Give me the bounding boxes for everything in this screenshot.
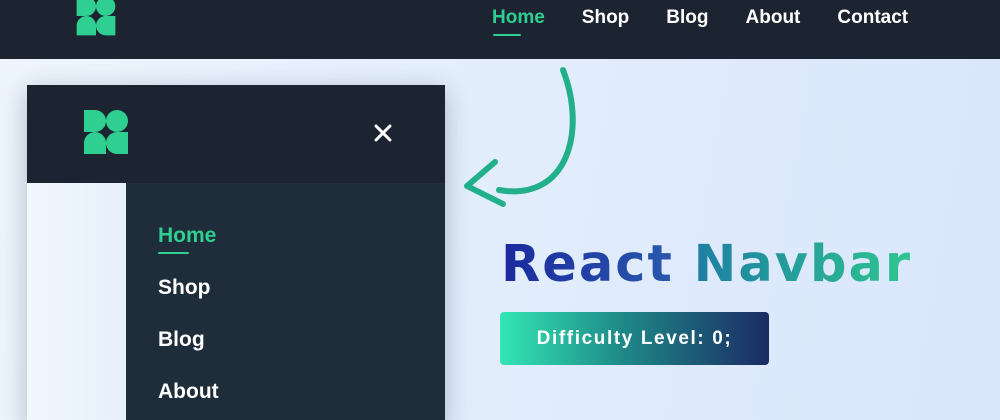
mobile-nav-links: Home Shop Blog About xyxy=(158,224,219,420)
clover-logo-icon[interactable] xyxy=(74,0,118,38)
clover-logo-icon[interactable] xyxy=(81,107,131,157)
top-nav-links: Home Shop Blog About Contact xyxy=(492,7,908,36)
close-icon[interactable] xyxy=(373,123,393,143)
difficulty-badge: Difficulty Level: 0; xyxy=(500,312,769,365)
top-nav-shop[interactable]: Shop xyxy=(582,7,630,29)
hero-title-react: React xyxy=(501,235,674,294)
mobile-nav-home[interactable]: Home xyxy=(158,224,219,276)
mobile-nav-about[interactable]: About xyxy=(158,380,219,420)
top-navbar: Home Shop Blog About Contact xyxy=(0,0,1000,59)
top-nav-contact[interactable]: Contact xyxy=(837,7,908,29)
top-nav-about[interactable]: About xyxy=(746,7,801,29)
top-nav-blog[interactable]: Blog xyxy=(666,7,708,29)
hero-title: React Navbar xyxy=(501,235,913,295)
top-nav-home[interactable]: Home xyxy=(492,7,545,36)
curved-arrow-icon xyxy=(464,67,576,207)
mobile-menu-preview: Home Shop Blog About xyxy=(27,85,445,420)
hero-title-navbar: Navbar xyxy=(693,235,913,294)
mobile-menu-drawer: Home Shop Blog About xyxy=(126,183,445,420)
mobile-menu-backdrop xyxy=(27,183,126,420)
mobile-navbar xyxy=(27,85,445,183)
difficulty-badge-label: Difficulty Level: 0; xyxy=(536,327,733,349)
mobile-nav-blog[interactable]: Blog xyxy=(158,328,219,380)
mobile-nav-shop[interactable]: Shop xyxy=(158,276,219,328)
